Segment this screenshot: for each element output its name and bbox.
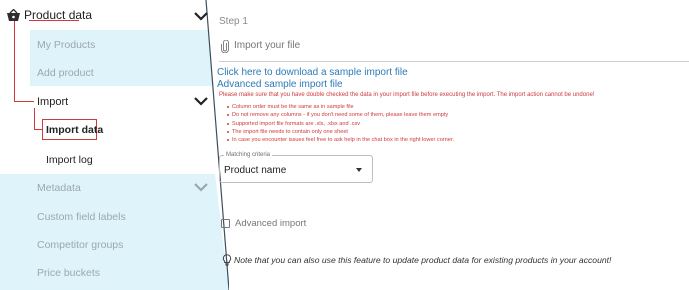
advanced-import-label: Advanced import [235,218,307,229]
upload-placeholder: Import your file [234,40,301,51]
sidebar-item-metadata[interactable]: Metadata [37,182,81,194]
download-sample-link[interactable]: Click here to download a sample import f… [217,67,408,78]
sidebar-item-label: Metadata [37,182,81,194]
sidebar-item-label: Product data [24,8,93,22]
file-upload-field[interactable]: Import your file [219,36,689,62]
import-rules-list: Column order must be the same as in samp… [227,103,454,144]
advanced-import-checkbox[interactable] [221,219,230,228]
advanced-sample-link[interactable]: Advanced sample import file [217,79,343,90]
sidebar-item-import[interactable]: Import [37,96,68,108]
caret-down-icon [356,168,362,172]
sidebar-item-price-buckets[interactable]: Price buckets [37,267,100,279]
rule-item: In case you encounter issues feel free t… [227,136,454,144]
import-warning: Please make sure that you have double ch… [219,92,595,98]
sidebar: Product data My Products Add product Imp… [0,0,229,290]
sidebar-item-my-products[interactable]: My Products [37,39,95,51]
sidebar-item-competitor-groups[interactable]: Competitor groups [37,239,123,251]
basket-icon [7,9,20,21]
sidebar-item-label: Import data [46,124,104,136]
sidebar-item-label: My Products [37,39,96,51]
sidebar-item-import-data[interactable]: Import data [46,124,103,136]
select-legend: Matching criteria [224,151,273,160]
matching-criteria-select[interactable]: Matching criteria Product name [219,151,373,183]
rule-item: The import file needs to contain only on… [227,128,454,136]
chevron-down-icon[interactable] [193,95,209,107]
chevron-down-icon[interactable] [193,181,209,193]
sidebar-item-product-data[interactable]: Product data [24,8,92,22]
sidebar-item-label: Import [37,96,69,108]
sidebar-item-label: Custom field labels [37,211,126,223]
tree-line [34,108,35,130]
sidebar-item-label: Competitor groups [37,239,124,251]
tree-line [34,129,42,130]
select-value: Product name [224,165,287,176]
rule-item: Column order must be the same as in samp… [227,103,454,111]
sidebar-item-import-log[interactable]: Import log [46,154,93,166]
chevron-down-icon[interactable] [193,10,209,22]
step-label: Step 1 [219,16,248,27]
sidebar-item-add-product[interactable]: Add product [37,67,94,79]
rule-item: Supported import file formats are .xls, … [227,120,454,128]
sidebar-item-label: Import log [46,154,93,166]
lightbulb-icon [222,254,232,266]
rule-item: Do not remove any columns - if you don't… [227,111,454,119]
sidebar-item-label: Add product [37,67,94,79]
sidebar-item-label: Price buckets [37,267,101,279]
info-note: Note that you can also use this feature … [234,255,612,265]
paperclip-icon [221,40,229,53]
tree-line [14,20,15,102]
tree-line [14,101,34,102]
sidebar-item-custom-field-labels[interactable]: Custom field labels [37,211,126,223]
